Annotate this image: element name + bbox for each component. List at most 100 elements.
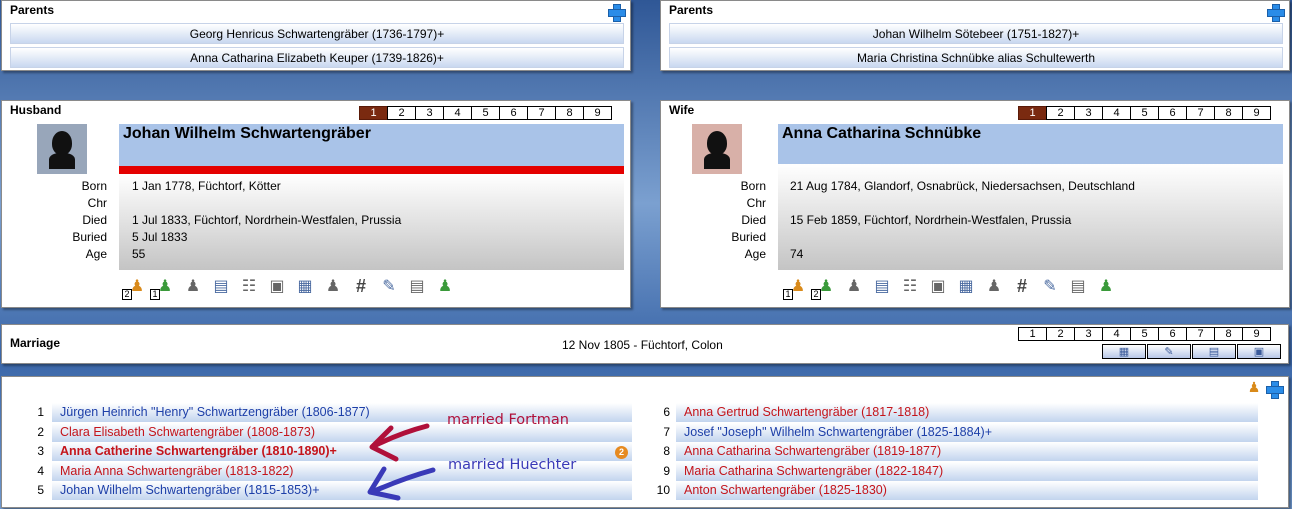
tab-9[interactable]: 9: [1242, 106, 1271, 120]
parents-icon[interactable]: ♟ 1: [783, 275, 809, 300]
tab-2[interactable]: 2: [387, 106, 416, 120]
child-row[interactable]: Anna Catharina Schwartengräber (1819-187…: [676, 442, 1258, 461]
hash-icon[interactable]: #: [1011, 275, 1033, 297]
age-label: Age: [85, 247, 107, 261]
tab-3[interactable]: 3: [1074, 327, 1103, 341]
person-icon[interactable]: ♟: [1095, 275, 1117, 297]
tab-2[interactable]: 2: [1046, 327, 1075, 341]
child-row[interactable]: Johan Wilhelm Schwartengräber (1815-1853…: [52, 481, 632, 500]
tab-9[interactable]: 9: [1242, 327, 1271, 341]
tab-9[interactable]: 9: [583, 106, 612, 120]
tab-7[interactable]: 7: [1186, 106, 1215, 120]
child-row[interactable]: Josef "Joseph" Wilhelm Schwartengräber (…: [676, 422, 1258, 442]
panel-title: Marriage: [10, 336, 61, 350]
books-icon[interactable]: ▦: [1102, 344, 1146, 359]
panel-title: Wife: [669, 103, 695, 117]
tab-6[interactable]: 6: [1158, 327, 1187, 341]
tab-1[interactable]: 1: [1018, 327, 1047, 341]
wife-photo[interactable]: [692, 124, 742, 174]
husband-spouse-tabs: 123456789: [359, 106, 612, 120]
notes-icon[interactable]: ▤: [871, 275, 893, 297]
tab-8[interactable]: 8: [555, 106, 584, 120]
edit-icon[interactable]: ✎: [378, 275, 400, 297]
panel-title: Parents: [10, 3, 55, 17]
add-parents-icon[interactable]: [1267, 4, 1285, 22]
tab-7[interactable]: 7: [1186, 327, 1215, 341]
tab-5[interactable]: 5: [471, 106, 500, 120]
husband-died[interactable]: 1 Jul 1833, Füchtorf, Nordrhein-Westfale…: [132, 212, 401, 229]
child-number: 4: [37, 463, 44, 478]
child-row[interactable]: Anton Schwartengräber (1825-1830): [676, 481, 1258, 500]
add-child-person-icon[interactable]: ♟: [1246, 379, 1262, 395]
tab-8[interactable]: 8: [1214, 106, 1243, 120]
child-number: 3: [37, 444, 44, 458]
add-child-icon[interactable]: [1266, 381, 1284, 399]
husband-photo[interactable]: [37, 124, 87, 174]
document-icon[interactable]: ▤: [406, 275, 428, 297]
panel-title: Husband: [10, 103, 62, 117]
husband-parents-panel: Parents Georg Henricus Schwartengräber (…: [1, 0, 631, 71]
panel-title: Parents: [669, 3, 714, 17]
husband-mother[interactable]: Anna Catharina Elizabeth Keuper (1739-18…: [10, 47, 624, 68]
chr-label: Chr: [746, 196, 766, 210]
tab-4[interactable]: 4: [443, 106, 472, 120]
notes-icon[interactable]: ▤: [210, 275, 232, 297]
tab-4[interactable]: 4: [1102, 327, 1131, 341]
parents-icon[interactable]: ♟ 2: [122, 275, 148, 300]
chr-label: Chr: [87, 196, 107, 210]
spouses-icon[interactable]: ♟ 2: [811, 275, 837, 300]
tab-5[interactable]: 5: [1130, 106, 1159, 120]
edit-icon[interactable]: ✎: [1039, 275, 1061, 297]
tab-4[interactable]: 4: [1102, 106, 1131, 120]
edit-icon[interactable]: ✎: [1147, 344, 1191, 359]
tab-3[interactable]: 3: [1074, 106, 1103, 120]
wife-toolbar: ♟ 1 ♟ 2 ♟ ▤ ☷ ▣ ▦ ♟ # ✎ ▤ ♟: [783, 275, 1117, 300]
husband-name[interactable]: Johan Wilhelm Schwartengräber: [119, 124, 624, 166]
child-number: 2: [37, 424, 44, 439]
add-parents-icon[interactable]: [608, 4, 626, 22]
tab-1[interactable]: 1: [1018, 106, 1047, 120]
media-icon[interactable]: ▣: [927, 275, 949, 297]
notes-icon[interactable]: ▤: [1192, 344, 1236, 359]
child-row[interactable]: Anna Gertrud Schwartengräber (1817-1818): [676, 403, 1258, 422]
husband-buried[interactable]: 5 Jul 1833: [132, 229, 187, 246]
child-row[interactable]: Maria Catharina Schwartengräber (1822-18…: [676, 461, 1258, 481]
associations-icon[interactable]: ♟: [983, 275, 1005, 297]
document-icon[interactable]: ▤: [1067, 275, 1089, 297]
wife-died[interactable]: 15 Feb 1859, Füchtorf, Nordrhein-Westfal…: [790, 212, 1071, 229]
tab-8[interactable]: 8: [1214, 327, 1243, 341]
wife-mother[interactable]: Maria Christina Schnübke alias Schultewe…: [669, 47, 1283, 68]
spouses-icon[interactable]: ♟ 1: [150, 275, 176, 300]
husband-born[interactable]: 1 Jan 1778, Füchtorf, Kötter: [132, 178, 281, 195]
tab-6[interactable]: 6: [1158, 106, 1187, 120]
tab-3[interactable]: 3: [415, 106, 444, 120]
sources-icon[interactable]: ☷: [238, 275, 260, 297]
associations-icon[interactable]: ♟: [322, 275, 344, 297]
person-icon[interactable]: ♟: [434, 275, 456, 297]
tab-2[interactable]: 2: [1046, 106, 1075, 120]
born-label: Born: [81, 179, 107, 193]
books-icon[interactable]: ▦: [955, 275, 977, 297]
sources-icon[interactable]: ☷: [899, 275, 921, 297]
wife-spouse-tabs: 123456789: [1018, 106, 1271, 120]
media-icon[interactable]: ▣: [1237, 344, 1281, 359]
siblings-icon[interactable]: ♟: [843, 275, 865, 297]
tab-6[interactable]: 6: [499, 106, 528, 120]
child-number: 7: [663, 424, 670, 439]
tab-1[interactable]: 1: [359, 106, 388, 120]
siblings-icon[interactable]: ♟: [182, 275, 204, 297]
child-number: 5: [37, 483, 44, 497]
media-icon[interactable]: ▣: [266, 275, 288, 297]
buried-label: Buried: [72, 230, 107, 244]
annotation-married-fortman: married Fortman: [447, 412, 569, 428]
wife-father[interactable]: Johan Wilhelm Sötebeer (1751-1827)+: [669, 23, 1283, 44]
tab-5[interactable]: 5: [1130, 327, 1159, 341]
books-icon[interactable]: ▦: [294, 275, 316, 297]
husband-father[interactable]: Georg Henricus Schwartengräber (1736-179…: [10, 23, 624, 44]
tab-7[interactable]: 7: [527, 106, 556, 120]
wife-name[interactable]: Anna Catharina Schnübke: [778, 124, 1283, 164]
hash-icon[interactable]: #: [350, 275, 372, 297]
marriage-event[interactable]: 12 Nov 1805 - Füchtorf, Colon: [562, 338, 723, 352]
wife-born[interactable]: 21 Aug 1784, Glandorf, Osnabrück, Nieder…: [790, 178, 1135, 195]
wife-age: 74: [790, 247, 804, 261]
